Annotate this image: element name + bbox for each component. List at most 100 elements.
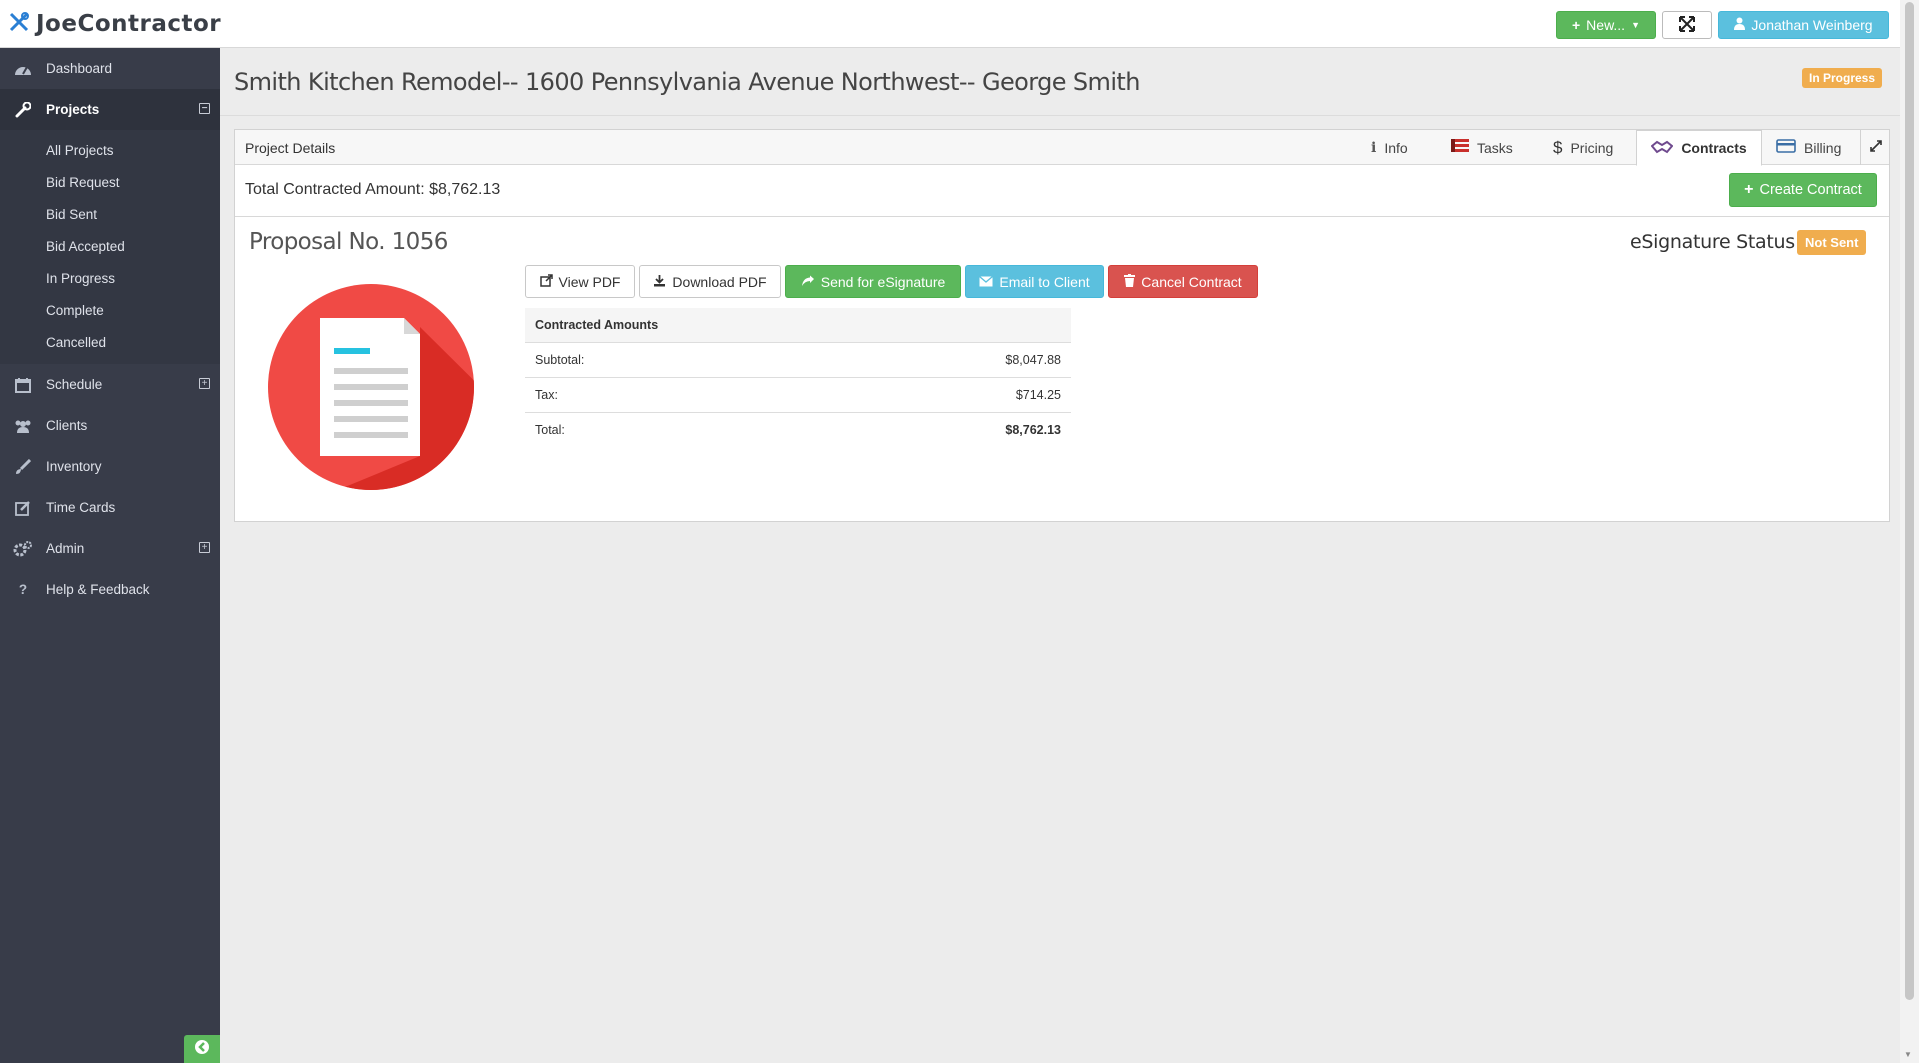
sidebar-item-label: Help & Feedback: [46, 582, 150, 597]
calendar-icon: [13, 377, 33, 393]
info-icon: i: [1371, 139, 1377, 156]
top-navbar: JoeContractor + New... ▼ Jonathan Weinbe…: [0, 0, 1900, 48]
panel-title: Project Details: [245, 140, 336, 156]
expand-icon: [1869, 139, 1882, 157]
users-icon: [13, 418, 33, 434]
download-pdf-button[interactable]: Download PDF: [639, 265, 781, 298]
new-dropdown-button[interactable]: + New... ▼: [1556, 11, 1656, 39]
tab-label: Tasks: [1477, 139, 1513, 156]
new-button-label: New...: [1586, 17, 1626, 33]
sidebar-item-dashboard[interactable]: Dashboard: [0, 48, 220, 89]
esignature-status-badge: Not Sent: [1797, 230, 1867, 255]
sidebar-item-help[interactable]: ? Help & Feedback: [0, 569, 220, 610]
tab-label: Pricing: [1570, 139, 1614, 156]
total-contracted-row: Total Contracted Amount: $8,762.13 + Cre…: [235, 165, 1889, 217]
send-esignature-button[interactable]: Send for eSignature: [785, 265, 961, 298]
tab-label: Info: [1384, 139, 1408, 156]
sidebar-item-admin[interactable]: Admin +: [0, 528, 220, 569]
panel-header: Project Details i Info Tasks $ Pricing C…: [235, 130, 1890, 166]
subnav-item-complete[interactable]: Complete: [0, 294, 220, 326]
cancel-contract-label: Cancel Contract: [1141, 273, 1242, 290]
dollar-icon: $: [1553, 137, 1563, 157]
collapse-sidebar-button[interactable]: [184, 1035, 220, 1063]
esignature-status-label: eSignature Status:: [1630, 231, 1801, 253]
user-name: Jonathan Weinberg: [1751, 17, 1873, 33]
subnav-item-all-projects[interactable]: All Projects: [0, 134, 220, 166]
tab-billing[interactable]: Billing: [1776, 130, 1841, 165]
subnav-item-in-progress[interactable]: In Progress: [0, 262, 220, 294]
tab-tasks[interactable]: Tasks: [1451, 130, 1513, 165]
tab-label: Billing: [1804, 139, 1842, 156]
sidebar-item-label: Admin: [46, 541, 85, 556]
download-icon: [653, 274, 666, 290]
total-contracted-amount: Total Contracted Amount: $8,762.13: [245, 181, 501, 198]
sidebar: Dashboard Projects − All Projects Bid Re…: [0, 48, 220, 1063]
sidebar-item-projects[interactable]: Projects −: [0, 89, 220, 130]
amount-label: Total:: [535, 422, 565, 437]
tab-contracts[interactable]: Contracts: [1636, 130, 1762, 166]
download-pdf-label: Download PDF: [672, 273, 767, 290]
sidebar-item-time-cards[interactable]: Time Cards: [0, 487, 220, 528]
handshake-icon: [1650, 140, 1674, 157]
dashboard-icon: [13, 61, 33, 77]
user-menu-button[interactable]: Jonathan Weinberg: [1718, 11, 1889, 39]
tab-pricing[interactable]: $ Pricing: [1553, 130, 1613, 165]
question-icon: ?: [18, 582, 28, 597]
sidebar-item-schedule[interactable]: Schedule +: [0, 364, 220, 405]
fullscreen-icon: [1679, 15, 1695, 35]
email-to-client-label: Email to Client: [999, 273, 1090, 290]
expand-toggle-icon[interactable]: +: [199, 378, 210, 389]
contracted-amounts-table: Contracted Amounts Subtotal: $8,047.88 T…: [525, 308, 1071, 447]
sidebar-item-clients[interactable]: Clients: [0, 405, 220, 446]
gears-icon: [13, 540, 33, 557]
brush-icon: [13, 458, 33, 475]
share-icon: [801, 274, 815, 290]
fullscreen-button[interactable]: [1662, 11, 1712, 39]
scrollbar-thumb[interactable]: [1905, 2, 1914, 1000]
table-row: Total: $8,762.13: [525, 412, 1071, 447]
tab-label: Contracts: [1681, 140, 1747, 156]
subnav-item-bid-sent[interactable]: Bid Sent: [0, 198, 220, 230]
view-pdf-button[interactable]: View PDF: [525, 265, 635, 298]
proposal-title: Proposal No. 1056: [249, 229, 448, 255]
expand-panel-button[interactable]: [1860, 130, 1890, 165]
view-pdf-label: View PDF: [558, 273, 621, 290]
expand-toggle-icon[interactable]: +: [199, 542, 210, 553]
user-icon: [1734, 17, 1746, 33]
table-row: Tax: $714.25: [525, 377, 1071, 413]
cancel-contract-button[interactable]: Cancel Contract: [1108, 265, 1258, 298]
create-contract-label: Create Contract: [1759, 182, 1862, 198]
send-esignature-label: Send for eSignature: [820, 273, 946, 290]
sidebar-item-inventory[interactable]: Inventory: [0, 446, 220, 487]
page-scrollbar[interactable]: ▼: [1900, 0, 1919, 1063]
app-logo-text: JoeContractor: [36, 11, 222, 37]
tasks-icon: [1451, 139, 1469, 156]
caret-down-icon: ▼: [1631, 20, 1640, 30]
tab-info[interactable]: i Info: [1371, 130, 1408, 165]
create-contract-button[interactable]: + Create Contract: [1729, 173, 1877, 207]
sidebar-item-label: Time Cards: [46, 500, 116, 515]
sidebar-item-label: Projects: [46, 102, 100, 117]
subnav-item-bid-request[interactable]: Bid Request: [0, 166, 220, 198]
project-status-badge: In Progress: [1802, 68, 1883, 88]
email-to-client-button[interactable]: Email to Client: [965, 265, 1104, 298]
trash-icon: [1124, 273, 1136, 290]
table-header: Contracted Amounts: [525, 308, 1071, 343]
sidebar-item-label: Clients: [46, 418, 88, 433]
arrow-circle-left-icon: [194, 1039, 210, 1060]
table-row: Subtotal: $8,047.88: [525, 342, 1071, 378]
envelope-icon: [979, 274, 994, 290]
plus-icon: +: [1571, 17, 1581, 33]
amount-value: $714.25: [786, 377, 1071, 413]
collapse-toggle-icon[interactable]: −: [199, 103, 210, 114]
page-header: Smith Kitchen Remodel-- 1600 Pennsylvani…: [220, 48, 1900, 116]
wrench-icon: [13, 101, 33, 118]
projects-subnav: All Projects Bid Request Bid Sent Bid Ac…: [0, 130, 220, 364]
subnav-item-cancelled[interactable]: Cancelled: [0, 326, 220, 358]
app-logo[interactable]: JoeContractor: [8, 10, 221, 38]
subnav-item-bid-accepted[interactable]: Bid Accepted: [0, 230, 220, 262]
document-icon: [268, 284, 474, 495]
table-header-row: Contracted Amounts: [525, 308, 1071, 343]
scroll-down-arrow-icon[interactable]: ▼: [1904, 1050, 1912, 1059]
credit-card-icon: [1776, 139, 1796, 156]
